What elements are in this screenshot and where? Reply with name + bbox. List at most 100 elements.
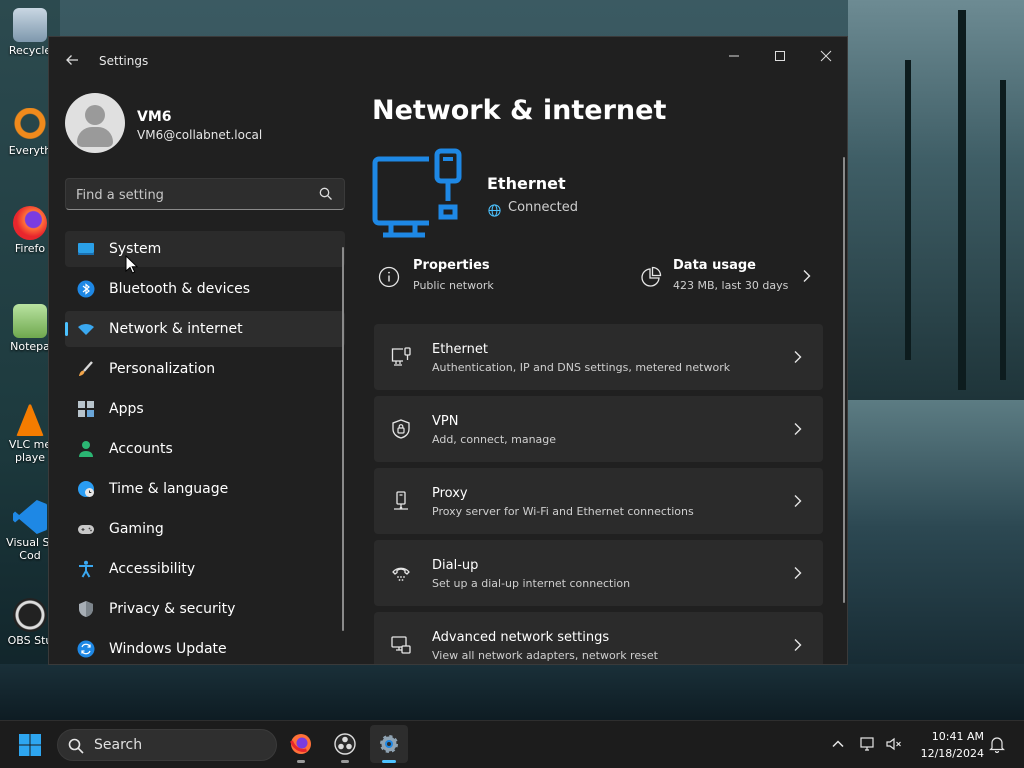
sidebar-item-label: Windows Update — [109, 641, 227, 657]
maximize-button[interactable] — [757, 43, 803, 73]
globe-icon — [488, 202, 501, 217]
sidebar-item-label: Network & internet — [109, 321, 243, 337]
avatar-body — [77, 127, 113, 147]
card-subtitle: View all network adapters, network reset — [432, 649, 658, 662]
taskbar-date[interactable]: 12/18/2024 — [910, 747, 984, 760]
back-arrow-icon[interactable] — [63, 51, 81, 69]
sidebar-item-label: Gaming — [109, 521, 164, 537]
data-usage-subtitle: 423 MB, last 30 days — [673, 279, 789, 292]
windows-logo-icon — [19, 734, 41, 756]
selection-indicator — [65, 322, 68, 336]
avatar[interactable] — [65, 93, 125, 153]
pie-chart-icon — [640, 266, 662, 288]
data-usage-title: Data usage — [673, 258, 756, 273]
dialup-card[interactable]: Dial-up Set up a dial-up internet connec… — [374, 540, 823, 606]
everything-search-icon — [13, 108, 47, 142]
sidebar-item-label: Privacy & security — [109, 601, 236, 617]
taskbar-search[interactable]: Search — [57, 729, 277, 761]
advanced-network-card[interactable]: Advanced network settings View all netwo… — [374, 612, 823, 664]
chevron-right-icon — [792, 493, 804, 512]
gear-icon — [378, 733, 400, 755]
card-title: VPN — [432, 414, 459, 429]
sidebar-scrollbar[interactable] — [342, 247, 344, 631]
firefox-icon — [290, 733, 312, 755]
taskbar: Search 10:41 AM 12/18/2024 — [0, 720, 1024, 768]
profile-name: VM6 — [137, 109, 172, 125]
ethernet-monitor-icon — [371, 147, 467, 243]
sidebar-item-label: Time & language — [109, 481, 229, 497]
chevron-right-icon — [792, 421, 804, 440]
system-icon — [77, 240, 95, 258]
running-indicator — [341, 760, 349, 763]
chevron-right-icon — [792, 637, 804, 656]
accessibility-icon — [77, 560, 95, 578]
sidebar-item-network[interactable]: Network & internet — [65, 311, 345, 347]
network-status-icon[interactable] — [860, 735, 878, 753]
settings-window: Settings VM6 VM6@collabnet.local System — [48, 36, 848, 665]
taskbar-app-obs[interactable] — [326, 725, 364, 763]
running-indicator — [382, 760, 396, 763]
shield-icon — [77, 600, 95, 618]
properties-subtitle: Public network — [413, 279, 494, 292]
notification-bell-icon[interactable] — [988, 735, 1006, 754]
sidebar-item-time-language[interactable]: Time & language — [65, 471, 345, 507]
wallpaper-tree — [1000, 80, 1006, 380]
sidebar-item-privacy-security[interactable]: Privacy & security — [65, 591, 345, 627]
minimize-icon — [729, 55, 739, 57]
sidebar-item-bluetooth[interactable]: Bluetooth & devices — [65, 271, 345, 307]
sidebar-item-label: Accessibility — [109, 561, 196, 577]
volume-muted-icon[interactable] — [885, 735, 903, 753]
chevron-right-icon — [792, 349, 804, 368]
start-button[interactable] — [18, 733, 42, 757]
find-setting-box[interactable] — [65, 178, 345, 210]
taskbar-time[interactable]: 10:41 AM — [920, 730, 984, 743]
close-icon — [820, 50, 832, 62]
bluetooth-icon — [77, 280, 95, 298]
firefox-icon — [13, 206, 47, 240]
desktop-wallpaper-bottom — [0, 664, 1024, 720]
globe-clock-icon — [77, 480, 95, 498]
dialup-icon — [390, 562, 412, 584]
vlc-cone-icon — [16, 402, 44, 436]
sidebar-item-apps[interactable]: Apps — [65, 391, 345, 427]
chevron-up-icon[interactable] — [829, 735, 847, 753]
profile-email: VM6@collabnet.local — [137, 128, 263, 142]
sidebar-item-gaming[interactable]: Gaming — [65, 511, 345, 547]
sidebar-item-windows-update[interactable]: Windows Update — [65, 631, 345, 664]
minimize-button[interactable] — [711, 43, 757, 73]
mouse-cursor-icon — [125, 254, 139, 275]
sidebar-item-accounts[interactable]: Accounts — [65, 431, 345, 467]
obs-icon — [13, 598, 47, 632]
sidebar-item-label: Accounts — [109, 441, 173, 457]
wallpaper-tree — [958, 10, 966, 390]
data-usage-link[interactable]: Data usage 423 MB, last 30 days — [637, 252, 827, 308]
sidebar-item-label: Bluetooth & devices — [109, 281, 251, 297]
brush-icon — [77, 360, 95, 378]
vpn-shield-icon — [390, 418, 412, 440]
apps-icon — [77, 400, 95, 418]
card-title: Ethernet — [432, 342, 488, 357]
chevron-right-icon — [792, 565, 804, 584]
wifi-icon — [77, 320, 95, 338]
main-scrollbar[interactable] — [843, 157, 845, 603]
connection-name: Ethernet — [487, 174, 566, 193]
taskbar-app-firefox[interactable] — [282, 725, 320, 763]
running-indicator — [297, 760, 305, 763]
proxy-card[interactable]: Proxy Proxy server for Wi-Fi and Etherne… — [374, 468, 823, 534]
search-input[interactable] — [76, 185, 312, 205]
search-icon[interactable] — [318, 186, 334, 202]
proxy-icon — [390, 490, 412, 512]
sidebar-item-accessibility[interactable]: Accessibility — [65, 551, 345, 587]
avatar-head — [85, 105, 105, 125]
vscode-icon — [13, 500, 47, 534]
sidebar-item-system[interactable]: System — [65, 231, 345, 267]
sidebar-item-label: Personalization — [109, 361, 216, 377]
gamepad-icon — [77, 520, 95, 538]
taskbar-app-settings[interactable] — [370, 725, 408, 763]
ethernet-card[interactable]: Ethernet Authentication, IP and DNS sett… — [374, 324, 823, 390]
vpn-card[interactable]: VPN Add, connect, manage — [374, 396, 823, 462]
info-icon — [378, 266, 400, 288]
sidebar-item-personalization[interactable]: Personalization — [65, 351, 345, 387]
title-bar[interactable]: Settings — [49, 37, 847, 83]
close-button[interactable] — [803, 43, 847, 73]
